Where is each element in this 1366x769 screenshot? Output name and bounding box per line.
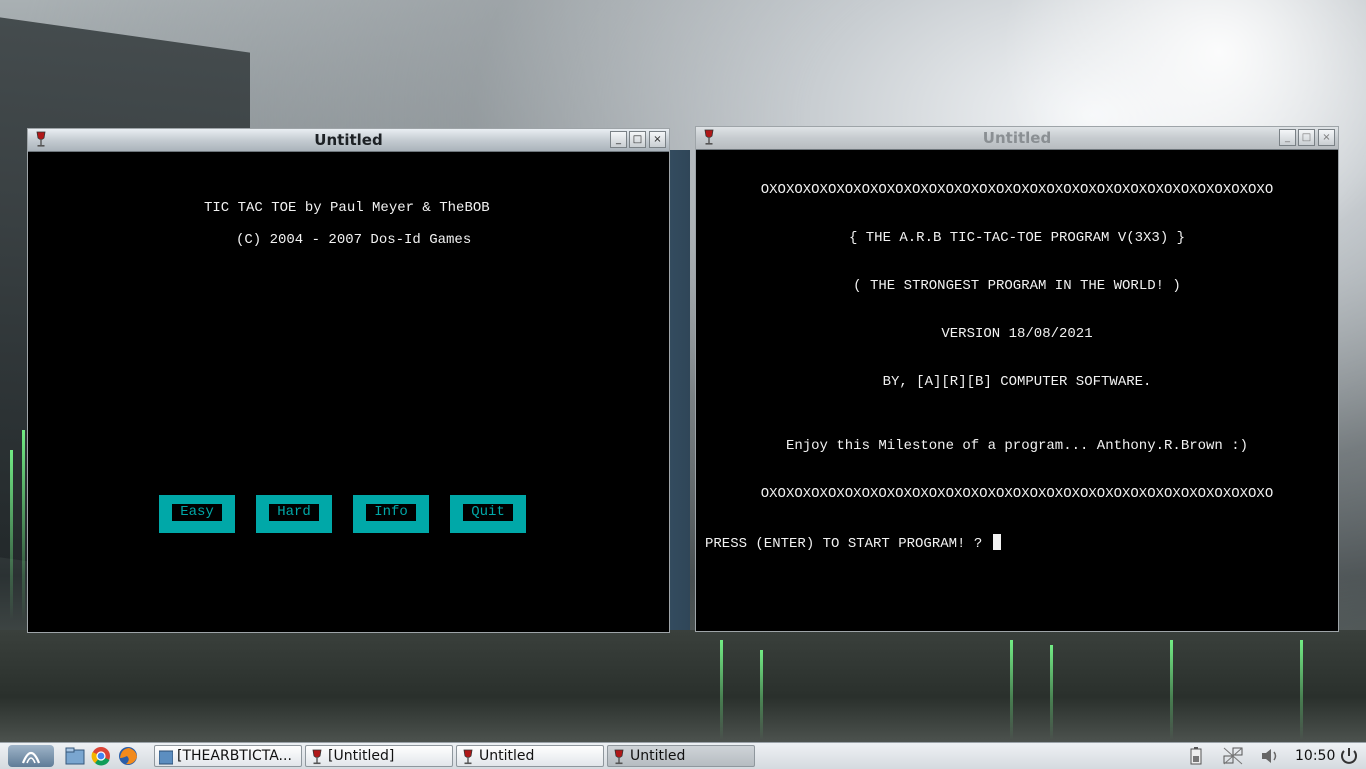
- arb-tic-tac-toe-window[interactable]: Untitled _ □ × OXOXOXOXOXOXOXOXOXOXOXOXO…: [695, 126, 1339, 632]
- firefox-icon[interactable]: [117, 746, 139, 766]
- quit-button-label: Quit: [463, 504, 513, 521]
- copyright-line: (C) 2004 - 2007 Dos-Id Games: [236, 232, 472, 248]
- ox-border-top: OXOXOXOXOXOXOXOXOXOXOXOXOXOXOXOXOXOXOXOX…: [760, 182, 1274, 198]
- battery-icon[interactable]: [1187, 746, 1209, 766]
- easy-button-label: Easy: [172, 504, 222, 521]
- program-screen[interactable]: OXOXOXOXOXOXOXOXOXOXOXOXOXOXOXOXOXOXOXOX…: [696, 150, 1338, 631]
- hard-button[interactable]: Hard: [256, 495, 332, 533]
- taskbar-item-untitled-active[interactable]: Untitled: [607, 745, 755, 767]
- wallpaper-green-light: [720, 640, 723, 740]
- taskbar-item-untitled-bracket[interactable]: [Untitled]: [305, 745, 453, 767]
- taskbar-item-label: Untitled: [630, 748, 686, 764]
- wine-icon: [614, 749, 624, 765]
- wine-icon: [463, 749, 473, 765]
- network-icon[interactable]: [1222, 746, 1244, 766]
- taskbar-clock[interactable]: 10:50: [1295, 745, 1335, 767]
- taskbar-item-untitled[interactable]: Untitled: [456, 745, 604, 767]
- wine-icon: [312, 749, 322, 765]
- wallpaper-green-light: [1010, 640, 1013, 740]
- minimize-button[interactable]: _: [1279, 129, 1296, 146]
- start-prompt-text: PRESS (ENTER) TO START PROGRAM! ?: [705, 536, 991, 552]
- tic-tac-toe-window[interactable]: Untitled _ □ × TIC TAC TOE by Paul Meyer…: [27, 128, 670, 633]
- info-button[interactable]: Info: [353, 495, 429, 533]
- game-title-line: TIC TAC TOE by Paul Meyer & TheBOB: [204, 200, 490, 216]
- close-button[interactable]: ×: [649, 131, 666, 148]
- power-icon[interactable]: [1338, 746, 1360, 766]
- ox-border-bottom: OXOXOXOXOXOXOXOXOXOXOXOXOXOXOXOXOXOXOXOX…: [760, 486, 1274, 502]
- start-menu-icon: [21, 751, 41, 764]
- author-line: BY, [A][R][B] COMPUTER SOFTWARE.: [882, 374, 1152, 390]
- program-title-line: { THE A.R.B TIC-TAC-TOE PROGRAM V(3X3) }: [848, 230, 1186, 246]
- info-button-label: Info: [366, 504, 416, 521]
- game-screen[interactable]: TIC TAC TOE by Paul Meyer & TheBOB (C) 2…: [28, 152, 669, 632]
- chrome-icon[interactable]: [90, 746, 112, 766]
- quit-button[interactable]: Quit: [450, 495, 526, 533]
- file-manager-icon[interactable]: [64, 746, 86, 766]
- version-line: VERSION 18/08/2021: [941, 326, 1093, 342]
- volume-icon[interactable]: [1259, 746, 1281, 766]
- wallpaper-floor: [0, 630, 1366, 742]
- taskbar-item-folder[interactable]: [THEARBTICTA...: [154, 745, 302, 767]
- window-titlebar[interactable]: Untitled _ □ ×: [696, 127, 1338, 150]
- easy-button[interactable]: Easy: [159, 495, 235, 533]
- taskbar-item-label: Untitled: [479, 748, 535, 764]
- taskbar-item-label: [THEARBTICTA...: [177, 748, 292, 764]
- wallpaper-green-light: [760, 650, 763, 740]
- close-button[interactable]: ×: [1318, 129, 1335, 146]
- wallpaper-green-light: [1300, 640, 1303, 740]
- maximize-button[interactable]: □: [629, 131, 646, 148]
- window-title: Untitled: [314, 131, 383, 149]
- window-titlebar[interactable]: Untitled _ □ ×: [28, 129, 669, 152]
- wallpaper-green-light: [1050, 645, 1053, 740]
- taskbar: [THEARBTICTA... [Untitled] Untitled Unti…: [0, 742, 1366, 769]
- window-title: Untitled: [982, 129, 1052, 147]
- text-cursor: [992, 534, 1001, 550]
- tagline-line: ( THE STRONGEST PROGRAM IN THE WORLD! ): [853, 278, 1181, 294]
- start-prompt[interactable]: PRESS (ENTER) TO START PROGRAM! ?: [705, 534, 1001, 552]
- wallpaper-green-light: [1170, 640, 1173, 740]
- minimize-button[interactable]: _: [610, 131, 627, 148]
- folder-icon: [159, 750, 173, 765]
- taskbar-item-label: [Untitled]: [328, 748, 395, 764]
- start-menu-button[interactable]: [8, 745, 54, 767]
- wallpaper-green-light: [10, 450, 13, 620]
- milestone-line: Enjoy this Milestone of a program... Ant…: [785, 438, 1249, 454]
- hard-button-label: Hard: [269, 504, 319, 521]
- wallpaper-green-light: [22, 430, 25, 620]
- maximize-button[interactable]: □: [1298, 129, 1315, 146]
